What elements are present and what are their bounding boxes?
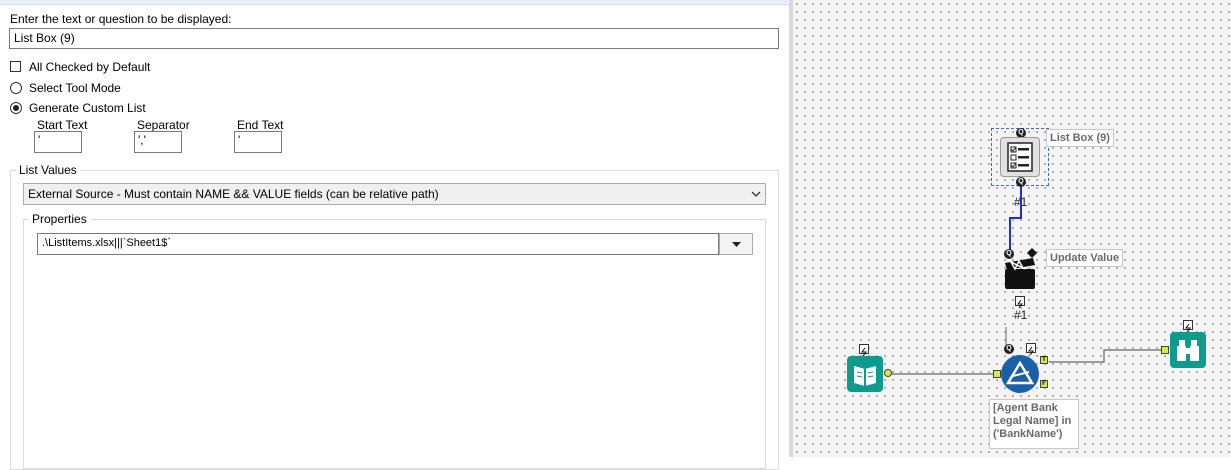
properties-legend: Properties bbox=[29, 212, 90, 226]
connection-1-label: #1 bbox=[1014, 195, 1028, 209]
browse-input-port[interactable] bbox=[1161, 346, 1169, 354]
update-value-annotation: Update Value bbox=[1046, 249, 1124, 267]
input-output-port[interactable] bbox=[884, 369, 892, 377]
listbox-bottom-q-port[interactable]: Q bbox=[1016, 177, 1026, 187]
list-values-legend: List Values bbox=[16, 163, 80, 177]
input-lightning-badge bbox=[859, 344, 869, 357]
listbox-annotation: List Box (9) bbox=[1046, 129, 1114, 147]
end-text-label: End Text bbox=[237, 118, 284, 132]
filter-expression-annotation: [Agent Bank Legal Name] in ('BankName') bbox=[989, 399, 1079, 449]
filter-lightning-badge bbox=[1026, 343, 1036, 356]
generate-custom-list-radio[interactable] bbox=[10, 102, 22, 114]
input-book-icon bbox=[854, 366, 876, 386]
list-values-dropdown[interactable]: External Source - Must contain NAME && V… bbox=[23, 183, 766, 205]
select-tool-mode-radio[interactable] bbox=[10, 82, 22, 94]
browse-tool[interactable] bbox=[1170, 332, 1206, 368]
lightning-icon bbox=[1028, 346, 1034, 356]
prompt-label: Enter the text or question to be display… bbox=[10, 12, 232, 26]
properties-dropdown-button[interactable] bbox=[719, 233, 753, 255]
start-text-input[interactable]: ' bbox=[34, 131, 82, 153]
action-clapperboard-icon bbox=[1005, 258, 1035, 289]
end-text-input[interactable]: ' bbox=[234, 131, 282, 153]
filter-q-port[interactable]: Q bbox=[1004, 344, 1014, 354]
list-values-selected: External Source - Must contain NAME && V… bbox=[28, 187, 439, 201]
lightning-icon bbox=[1017, 299, 1023, 309]
filter-tool[interactable] bbox=[1001, 355, 1039, 393]
chevron-down-icon bbox=[751, 191, 761, 197]
dropdown-arrow-icon bbox=[732, 242, 741, 247]
update-value-tool[interactable] bbox=[1003, 257, 1039, 291]
filter-true-port[interactable]: T bbox=[1040, 356, 1048, 364]
properties-input[interactable]: .\ListItems.xlsx|||`Sheet1$` bbox=[37, 233, 719, 255]
browse-lightning-badge bbox=[1183, 320, 1193, 333]
listbox-tool[interactable] bbox=[1000, 137, 1040, 177]
select-tool-mode-label: Select Tool Mode bbox=[29, 81, 121, 95]
properties-group bbox=[23, 219, 766, 469]
all-checked-label: All Checked by Default bbox=[29, 60, 151, 74]
filter-triangle-icon bbox=[1005, 360, 1035, 385]
prompt-input[interactable]: List Box (9) bbox=[9, 28, 779, 49]
lightning-icon bbox=[861, 347, 867, 357]
generate-custom-list-label: Generate Custom List bbox=[29, 101, 146, 115]
input-data-tool[interactable] bbox=[847, 356, 883, 392]
filter-input-port[interactable] bbox=[993, 370, 1001, 378]
action-lightning-badge bbox=[1015, 296, 1025, 309]
separator-input[interactable]: ',' bbox=[134, 131, 182, 153]
browse-binoculars-icon bbox=[1177, 340, 1199, 361]
filter-browse-connection bbox=[1049, 349, 1165, 363]
listbox-icon bbox=[1007, 142, 1033, 172]
workflow-canvas[interactable]: Q Q List Box (9) #1 Q Update Value #1 Q … bbox=[793, 0, 1231, 457]
separator-label: Separator bbox=[137, 118, 190, 132]
start-text-label: Start Text bbox=[37, 118, 88, 132]
filter-false-port[interactable]: F bbox=[1040, 380, 1048, 388]
panel-top-border bbox=[0, 0, 789, 5]
connection-2-label: #1 bbox=[1014, 308, 1028, 322]
all-checked-checkbox[interactable] bbox=[10, 61, 21, 72]
lightning-icon bbox=[1185, 323, 1191, 333]
config-panel: Enter the text or question to be display… bbox=[0, 0, 789, 470]
